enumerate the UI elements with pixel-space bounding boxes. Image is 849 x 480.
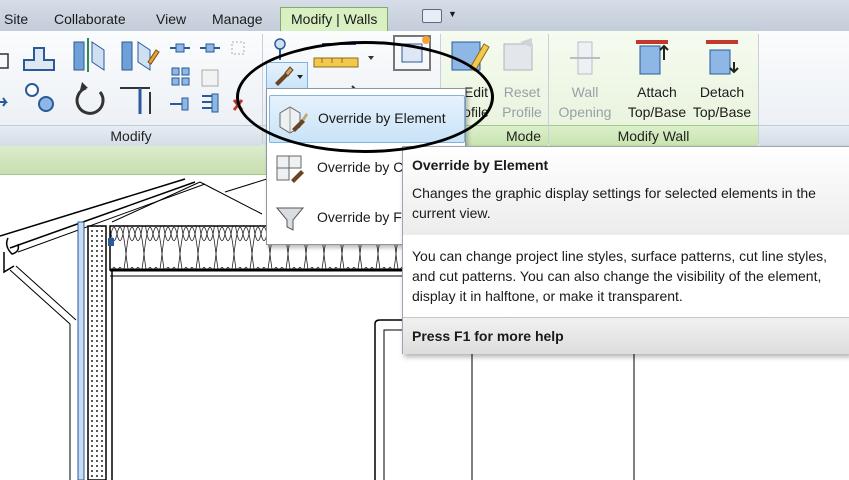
- tooltip: Override by Element Changes the graphic …: [402, 146, 849, 354]
- tooltip-body: You can change project line styles, surf…: [412, 248, 828, 304]
- wall-opening-icon: [570, 41, 600, 75]
- copy-icon: [25, 83, 54, 112]
- tab-collaborate[interactable]: Collaborate: [54, 8, 126, 30]
- tooltip-header: Override by Element Changes the graphic …: [403, 147, 849, 235]
- tooltip-footer: Press F1 for more help: [403, 317, 849, 354]
- tab-modify-walls[interactable]: Modify | Walls: [280, 7, 389, 32]
- modify-tools-icon-group: [0, 38, 245, 115]
- annotation-ellipse: [236, 41, 494, 153]
- tooltip-help-text: Press F1 for more help: [412, 328, 564, 344]
- wall-opening-button[interactable]: Wall Opening: [553, 82, 617, 122]
- reset-profile-button[interactable]: Reset Profile: [498, 82, 546, 122]
- reset-profile-icon: [503, 38, 533, 71]
- tooltip-description: Changes the graphic display settings for…: [412, 185, 816, 221]
- detach-top-base-button[interactable]: Detach Top/Base: [688, 82, 756, 122]
- split-gap-icon: [170, 93, 219, 113]
- ribbon-tab-bar: Site Collaborate View Manage Modify | Wa…: [0, 0, 849, 32]
- panel-title-empty: [759, 125, 849, 147]
- detach-top-base-icon: [706, 40, 739, 75]
- split-icon: [170, 43, 220, 53]
- mirror-draw-icon: [121, 41, 160, 71]
- category-override-icon: [276, 155, 304, 183]
- offset-icon: [0, 53, 9, 69]
- filter-icon: [275, 207, 305, 231]
- align-icon: [23, 47, 55, 71]
- tooltip-title: Override by Element: [412, 157, 549, 173]
- attach-top-base-icon: [636, 40, 669, 75]
- chevron-down-icon[interactable]: ▼: [448, 9, 457, 19]
- tab-view[interactable]: View: [156, 8, 186, 30]
- panel-toggle-icon[interactable]: [422, 9, 442, 23]
- panel-title-modify-wall: Modify Wall: [549, 125, 758, 147]
- mirror-pick-icon: [73, 38, 105, 72]
- tab-manage[interactable]: Manage: [212, 8, 263, 30]
- attach-top-base-button[interactable]: Attach Top/Base: [623, 82, 691, 122]
- panel-title-modify: Modify: [0, 125, 262, 147]
- move-icon: [0, 97, 8, 107]
- rotate-icon: [75, 82, 105, 115]
- trim-extend-icon: [120, 87, 151, 114]
- tab-site[interactable]: Site: [4, 8, 28, 30]
